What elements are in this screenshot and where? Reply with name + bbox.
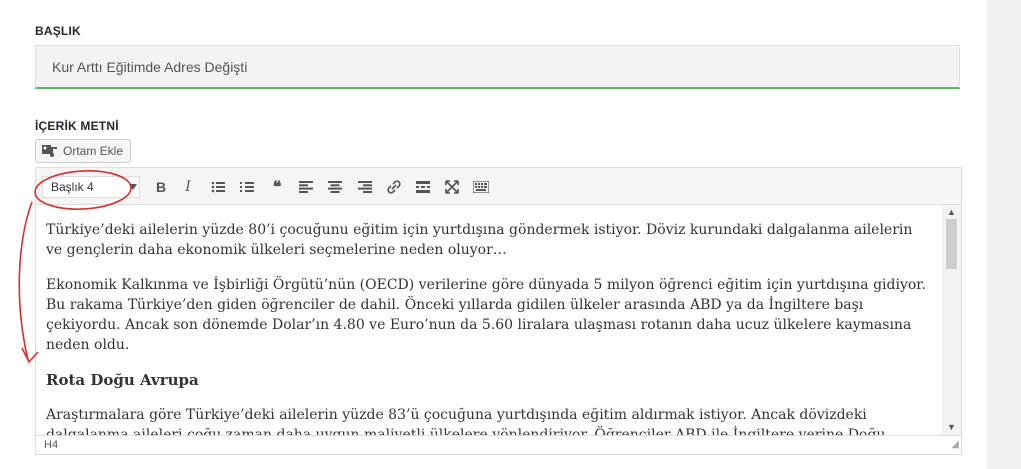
align-center-icon: [328, 181, 342, 193]
title-input[interactable]: Kur Arttı Eğitimde Adres Değişti: [35, 45, 960, 89]
subheading: Rota Doğu Avrupa: [46, 371, 199, 389]
title-value: Kur Arttı Eğitimde Adres Değişti: [52, 58, 248, 75]
quote-icon: ❝: [272, 179, 282, 196]
paragraph: Ekonomik Kalkınma ve İşbirliği Örgütü’nü…: [46, 277, 926, 353]
element-path[interactable]: H4: [44, 439, 58, 451]
content-scrollbar[interactable]: ▲ ▼: [942, 205, 961, 435]
italic-button[interactable]: I: [177, 176, 199, 198]
status-bar: H4 ◢: [36, 435, 961, 454]
scroll-thumb[interactable]: [946, 219, 957, 269]
keyboard-icon: [473, 181, 489, 193]
bulleted-list-button[interactable]: [207, 176, 229, 198]
title-label: BAŞLIK: [35, 24, 81, 38]
paragraph: Türkiye’deki ailelerin yüzde 80’i çocuğu…: [46, 222, 913, 258]
insert-link-button[interactable]: [383, 176, 405, 198]
bold-button[interactable]: B: [150, 176, 172, 198]
add-media-label: Ortam Ekle: [63, 144, 124, 158]
align-left-icon: [299, 181, 313, 193]
format-select-value: Başlık 4: [51, 180, 94, 194]
blockquote-button[interactable]: ❝: [266, 176, 288, 198]
scroll-up-icon[interactable]: ▲: [947, 207, 956, 217]
bold-icon: B: [155, 179, 167, 195]
numbered-list-button[interactable]: [236, 176, 258, 198]
scroll-down-icon[interactable]: ▼: [947, 422, 956, 432]
fullscreen-button[interactable]: [441, 176, 463, 198]
media-icon: [42, 145, 57, 157]
fullscreen-icon: [445, 180, 459, 194]
align-right-icon: [358, 181, 372, 193]
content-editor: Başlık 4 B I ❝ Türkiye’deki ailelerin yü…: [35, 167, 962, 455]
bulleted-list-icon: [211, 181, 225, 193]
format-select[interactable]: Başlık 4: [42, 176, 140, 198]
italic-icon: I: [185, 179, 191, 195]
editor-panel: BAŞLIK Kur Arttı Eğitimde Adres Değişti …: [0, 0, 987, 469]
align-left-button[interactable]: [295, 176, 317, 198]
add-media-button[interactable]: Ortam Ekle: [35, 139, 131, 163]
align-center-button[interactable]: [324, 176, 346, 198]
format-dropdown-icon[interactable]: [129, 184, 137, 190]
link-icon: [387, 180, 401, 194]
editor-toolbar: Başlık 4 B I ❝: [36, 168, 961, 205]
read-more-button[interactable]: [412, 176, 434, 198]
toolbar-toggle-button[interactable]: [470, 176, 492, 198]
paragraph: Araştırmalara göre Türkiye’deki aileleri…: [46, 407, 886, 435]
resize-handle-icon[interactable]: ◢: [951, 439, 959, 450]
content-label: İÇERİK METNİ: [35, 119, 119, 133]
numbered-list-icon: [240, 182, 254, 192]
content-area[interactable]: Türkiye’deki ailelerin yüzde 80’i çocuğu…: [36, 205, 942, 435]
align-right-button[interactable]: [354, 176, 376, 198]
read-more-icon: [416, 181, 430, 193]
